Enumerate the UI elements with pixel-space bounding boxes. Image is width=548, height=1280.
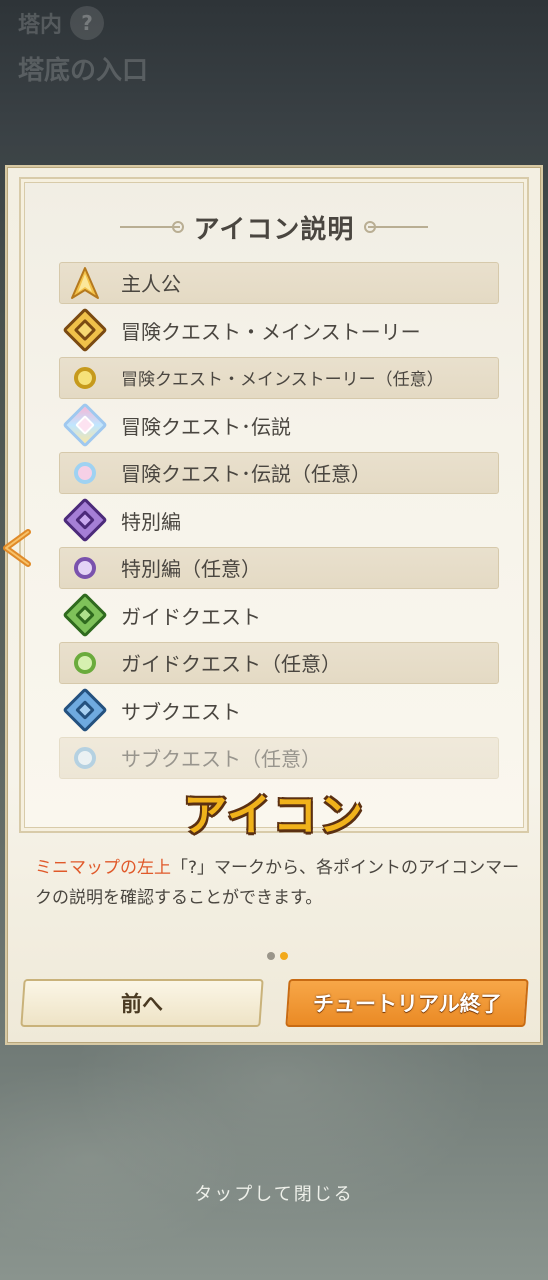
list-item: サブクエスト（任意） xyxy=(59,734,499,782)
special-diamond-icon xyxy=(59,497,111,544)
modal-title: アイコン説明 xyxy=(193,214,355,245)
legend-diamond-icon xyxy=(59,402,111,449)
legend-label: 冒険クエスト･伝説（任意） xyxy=(121,462,371,487)
legend-label: サブクエスト xyxy=(121,699,241,724)
list-item: 特別編 xyxy=(59,497,499,545)
list-item: サブクエスト xyxy=(59,687,499,735)
main-story-diamond-icon xyxy=(59,307,111,354)
guide-diamond-icon xyxy=(59,592,111,639)
legend-label: 冒険クエスト・メインストーリー xyxy=(121,319,421,344)
list-item: 冒険クエスト・メインストーリー xyxy=(59,307,499,355)
chevron-left-icon[interactable] xyxy=(0,525,34,571)
content-panel: アイコン説明 主人公 冒険クエスト・メインストーリー 冒険クエスト・メインストー… xyxy=(19,177,529,841)
tap-to-close-hint[interactable]: タップして閉じる xyxy=(0,1180,548,1206)
location-name: 塔底の入口 xyxy=(18,56,149,86)
description-highlight: ミニマップの左上 xyxy=(35,858,171,878)
player-arrow-icon xyxy=(59,259,111,306)
list-item: 冒険クエスト･伝説 xyxy=(59,402,499,450)
question-icon: ? xyxy=(70,6,105,40)
list-item: 冒険クエスト･伝説（任意） xyxy=(59,449,499,497)
legend-label: ガイドクエスト（任意） xyxy=(121,652,341,677)
sub-diamond-icon xyxy=(59,687,111,734)
area-header: 塔内 ? xyxy=(18,6,105,40)
list-item: 特別編（任意） xyxy=(59,544,499,592)
legend-label: 特別編（任意） xyxy=(121,557,261,582)
end-tutorial-button[interactable]: チュートリアル終了 xyxy=(285,979,529,1027)
previous-button-label: 前へ xyxy=(121,992,163,1016)
guide-ring-icon xyxy=(59,639,111,686)
area-label: 塔内 xyxy=(18,13,63,38)
previous-button[interactable]: 前へ xyxy=(20,979,264,1027)
icon-caption: アイコン xyxy=(183,790,365,841)
legend-label: 冒険クエスト・メインストーリー（任意） xyxy=(121,370,444,391)
list-item: 主人公 xyxy=(59,259,499,307)
sub-ring-icon xyxy=(59,734,111,781)
page-indicator xyxy=(267,952,288,960)
page-dot-active xyxy=(280,952,288,960)
title-ornament-right xyxy=(364,221,429,233)
icon-help-modal: アイコン説明 主人公 冒険クエスト・メインストーリー 冒険クエスト・メインストー… xyxy=(5,165,543,1045)
title-ornament-left xyxy=(119,221,184,233)
description-text: ミニマップの左上「?」マークから、各ポイントのアイコンマークの説明を確認すること… xyxy=(35,853,525,913)
list-item: ガイドクエスト（任意） xyxy=(59,639,499,687)
legend-label: 冒険クエスト･伝説 xyxy=(121,414,291,439)
special-ring-icon xyxy=(59,544,111,591)
title-row: アイコン説明 xyxy=(21,207,527,247)
main-story-ring-icon xyxy=(59,354,111,401)
list-item: 冒険クエスト・メインストーリー（任意） xyxy=(59,354,499,402)
legend-label: 特別編 xyxy=(121,509,181,534)
list-item: ガイドクエスト xyxy=(59,592,499,640)
legend-label: ガイドクエスト xyxy=(121,604,261,629)
page-dot xyxy=(267,952,275,960)
icon-legend-list: 主人公 冒険クエスト・メインストーリー 冒険クエスト・メインストーリー（任意） xyxy=(59,259,499,782)
legend-label: サブクエスト（任意） xyxy=(121,747,321,772)
legend-ring-icon xyxy=(59,449,111,496)
end-tutorial-button-label: チュートリアル終了 xyxy=(312,992,502,1016)
legend-label: 主人公 xyxy=(121,272,181,297)
